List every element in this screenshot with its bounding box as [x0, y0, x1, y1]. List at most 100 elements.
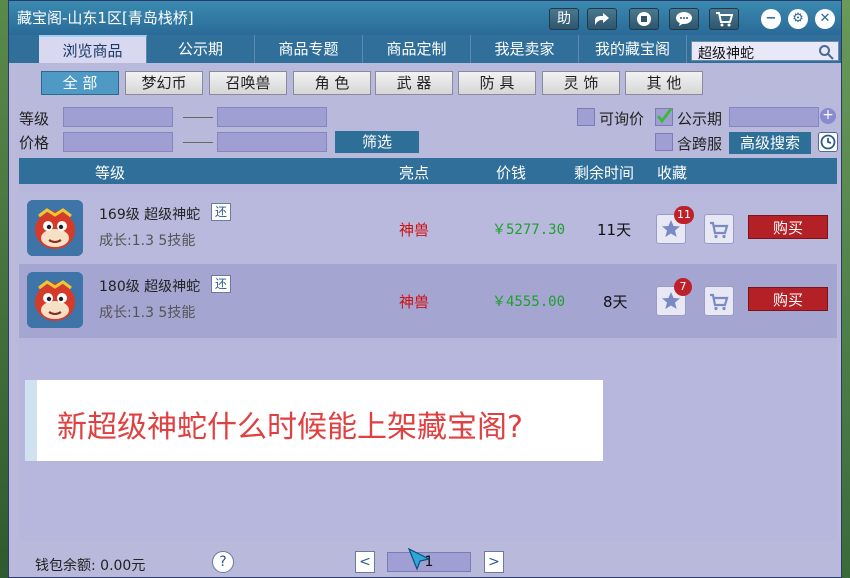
item-row[interactable]: 169级 超级神蛇 还 成长:1.3 5技能 神兽 ￥5277.30 11天 1…: [19, 192, 837, 266]
category-weapons[interactable]: 武 器: [375, 71, 453, 95]
clock-icon: [820, 134, 836, 150]
wallet-balance: 钱包余额: 0.00元: [35, 558, 146, 574]
header-price: 价钱: [496, 164, 527, 182]
public-period-field[interactable]: [729, 107, 819, 127]
record-icon: [637, 12, 651, 26]
return-tag: 还: [211, 275, 231, 293]
price-max-field[interactable]: [217, 132, 327, 152]
item-highlight: 神兽: [399, 293, 430, 311]
tab-topics[interactable]: 商品专题: [255, 35, 363, 63]
price-label: 价格: [19, 134, 50, 152]
cart-icon: [710, 221, 729, 239]
category-all[interactable]: 全 部: [41, 71, 119, 95]
gear-icon: ⚙: [792, 11, 804, 26]
category-armor[interactable]: 防 具: [458, 71, 536, 95]
share-icon: [595, 13, 609, 25]
tab-public-period[interactable]: 公示期: [147, 35, 255, 63]
inquiry-checkbox[interactable]: [577, 108, 595, 126]
header-level: 等级: [95, 164, 126, 182]
search-value: 超级神蛇: [698, 46, 754, 62]
item-price: ￥5277.30: [492, 222, 566, 238]
inquiry-label: 可询价: [599, 110, 645, 128]
title-bar: 藏宝阁-山东1区[青岛栈桥] 助 − ⚙ ✕: [9, 1, 841, 35]
search-input[interactable]: 超级神蛇: [691, 41, 839, 62]
favorite-count-badge: 7: [674, 278, 692, 296]
pet-avatar: [27, 272, 83, 328]
tab-my-cangbaoge[interactable]: 我的藏宝阁: [579, 35, 687, 63]
item-name: 169级 超级神蛇: [99, 207, 201, 223]
add-button[interactable]: +: [820, 108, 836, 124]
cart-button[interactable]: [709, 8, 739, 30]
public-period-label: 公示期: [677, 110, 723, 128]
help-button-label: 助: [557, 11, 571, 27]
banner-text: 新超级神蛇什么时候能上架藏宝阁?: [57, 410, 523, 445]
cross-server-label: 含跨服: [677, 135, 723, 153]
pet-avatar: [27, 200, 83, 256]
cart-icon: [710, 293, 729, 311]
checkmark-icon: [656, 108, 673, 124]
favorite-count-badge: 11: [674, 206, 694, 224]
minimize-icon: −: [765, 11, 777, 26]
snake-pet-icon: [27, 200, 83, 256]
share-button[interactable]: [587, 8, 617, 30]
price-min-field[interactable]: [63, 132, 173, 152]
item-time-left: 8天: [603, 293, 628, 311]
history-button[interactable]: [818, 132, 838, 152]
buy-button[interactable]: 购买: [748, 287, 828, 311]
cangbaoge-window: 藏宝阁-山东1区[青岛栈桥] 助 − ⚙ ✕ 浏览商品 公示期 商品专题 商品定…: [8, 0, 842, 578]
prev-page-button[interactable]: <: [355, 551, 375, 573]
search-icon[interactable]: [818, 44, 834, 60]
filter-button[interactable]: 筛选: [335, 131, 419, 153]
category-accessories[interactable]: 灵 饰: [542, 71, 620, 95]
item-stats: 成长:1.3 5技能: [99, 305, 196, 321]
cart-icon: [716, 12, 734, 27]
return-tag: 还: [211, 203, 231, 221]
chat-icon: [676, 12, 692, 26]
settings-button[interactable]: ⚙: [788, 9, 808, 29]
footer: 钱包余额: 0.00元 ? < 1 >: [9, 541, 841, 578]
category-roles[interactable]: 角 色: [293, 71, 371, 95]
advanced-search-button[interactable]: 高级搜索: [729, 132, 811, 154]
list-header: 等级 亮点 价钱 剩余时间 收藏: [19, 158, 837, 184]
category-other[interactable]: 其 他: [625, 71, 703, 95]
item-highlight: 神兽: [399, 221, 430, 239]
item-time-left: 11天: [597, 221, 632, 239]
item-stats: 成长:1.3 5技能: [99, 233, 196, 249]
snake-pet-icon: [27, 272, 83, 328]
tab-bar: 浏览商品 公示期 商品专题 商品定制 我是卖家 我的藏宝阁 超级神蛇: [9, 35, 841, 63]
question-banner: 新超级神蛇什么时候能上架藏宝阁?: [25, 380, 603, 461]
level-min-field[interactable]: [63, 107, 173, 127]
cross-server-checkbox[interactable]: [655, 133, 673, 151]
buy-button[interactable]: 购买: [748, 215, 828, 239]
level-max-field[interactable]: [217, 107, 327, 127]
public-period-checkbox[interactable]: [655, 108, 673, 126]
add-to-cart-button[interactable]: [704, 214, 734, 244]
record-button[interactable]: [629, 8, 659, 30]
cursor-pointer-icon: [407, 547, 431, 571]
help-icon[interactable]: ?: [212, 551, 234, 573]
window-title: 藏宝阁-山东1区[青岛栈桥]: [17, 9, 194, 27]
help-button[interactable]: 助: [549, 8, 579, 30]
close-icon: ✕: [819, 11, 831, 26]
level-label: 等级: [19, 110, 50, 128]
chat-button[interactable]: [669, 8, 699, 30]
category-currency[interactable]: 梦幻币: [125, 71, 203, 95]
category-pets[interactable]: 召唤兽: [209, 71, 287, 95]
minimize-button[interactable]: −: [761, 9, 781, 29]
plus-icon: +: [822, 107, 834, 123]
header-time-left: 剩余时间: [574, 164, 635, 182]
close-button[interactable]: ✕: [815, 9, 835, 29]
tab-seller[interactable]: 我是卖家: [471, 35, 579, 63]
header-highlight: 亮点: [399, 164, 430, 182]
header-favorite: 收藏: [657, 164, 688, 182]
tab-browse[interactable]: 浏览商品: [39, 35, 147, 63]
tab-custom[interactable]: 商品定制: [363, 35, 471, 63]
level-range-dash: [183, 117, 213, 118]
item-price: ￥4555.00: [492, 294, 566, 310]
next-page-button[interactable]: >: [484, 551, 504, 573]
item-list: 169级 超级神蛇 还 成长:1.3 5技能 神兽 ￥5277.30 11天 1…: [19, 184, 837, 541]
add-to-cart-button[interactable]: [704, 286, 734, 316]
item-row[interactable]: 180级 超级神蛇 还 成长:1.3 5技能 神兽 ￥4555.00 8天 7 …: [19, 264, 837, 338]
price-range-dash: [183, 142, 213, 143]
item-name: 180级 超级神蛇: [99, 279, 201, 295]
